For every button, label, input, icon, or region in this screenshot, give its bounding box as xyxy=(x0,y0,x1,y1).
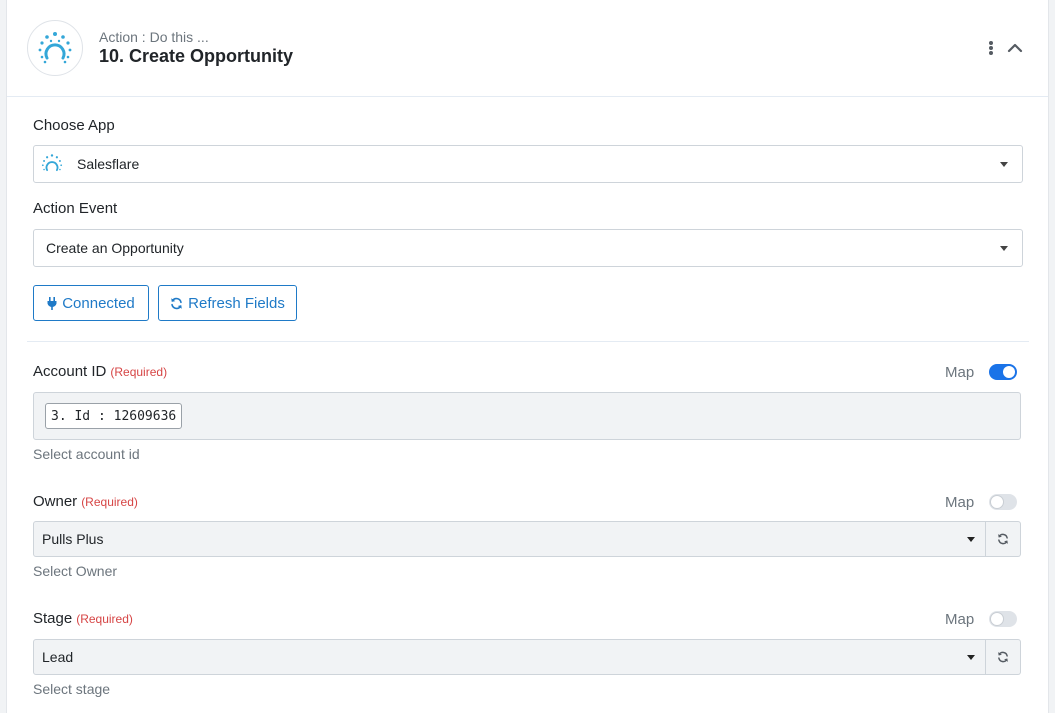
owner-select[interactable]: Pulls Plus xyxy=(33,521,986,557)
account-id-map-toggle[interactable] xyxy=(989,364,1017,380)
required-badge: (Required) xyxy=(76,612,133,626)
account-id-label-text: Account ID xyxy=(33,363,107,380)
stage-label: Stage (Required) xyxy=(33,610,133,627)
connected-button-label: Connected xyxy=(62,294,135,312)
required-badge: (Required) xyxy=(81,495,138,509)
action-event-select[interactable]: Create an Opportunity xyxy=(33,229,1023,267)
stage-help-text: Select stage xyxy=(33,681,111,697)
refresh-fields-button-label: Refresh Fields xyxy=(188,294,285,312)
step-title: 10. Create Opportunity xyxy=(99,46,294,66)
choose-app-label: Choose App xyxy=(33,117,115,134)
owner-map-label: Map xyxy=(945,494,975,511)
refresh-fields-button[interactable]: Refresh Fields xyxy=(158,285,297,321)
step-header[interactable]: Action : Do this ... 10. Create Opportun… xyxy=(7,0,1048,97)
action-event-label: Action Event xyxy=(33,200,118,217)
dropdown-caret-icon xyxy=(967,655,975,660)
dropdown-caret-icon xyxy=(1000,162,1008,167)
more-options-icon[interactable] xyxy=(986,38,996,58)
dropdown-caret-icon xyxy=(967,537,975,542)
action-event-value: Create an Opportunity xyxy=(46,240,184,256)
refresh-icon xyxy=(171,297,182,309)
section-divider xyxy=(27,341,1029,342)
salesflare-logo-graphic xyxy=(38,32,72,64)
owner-help-text: Select Owner xyxy=(33,563,118,579)
plug-icon xyxy=(47,296,57,310)
mapped-variable-chip[interactable]: 3. Id : 12609636 xyxy=(45,403,183,429)
stage-select[interactable]: Lead xyxy=(33,639,986,675)
kebab-dot xyxy=(989,46,993,50)
stage-map-label: Map xyxy=(945,611,975,628)
stage-label-text: Stage xyxy=(33,610,73,627)
owner-label: Owner (Required) xyxy=(33,493,138,510)
kebab-dot xyxy=(989,41,993,45)
account-id-help-text: Select account id xyxy=(33,446,140,462)
account-id-map-label: Map xyxy=(945,364,975,381)
kebab-dot xyxy=(989,51,993,55)
owner-select-value: Pulls Plus xyxy=(42,531,104,547)
owner-label-text: Owner xyxy=(33,493,78,510)
collapse-chevron-up-icon[interactable] xyxy=(1005,38,1025,58)
refresh-icon xyxy=(998,533,1008,545)
account-id-label: Account ID (Required) xyxy=(33,363,167,380)
stage-refresh-button[interactable] xyxy=(986,639,1021,675)
account-id-map-field[interactable]: 3. Id : 12609636 xyxy=(33,392,1021,440)
salesflare-logo-icon xyxy=(27,20,83,76)
stage-select-value: Lead xyxy=(42,649,74,665)
required-badge: (Required) xyxy=(110,365,168,379)
owner-map-toggle[interactable] xyxy=(989,494,1017,510)
choose-app-value: Salesflare xyxy=(77,156,140,172)
connected-button[interactable]: Connected xyxy=(33,285,149,321)
salesflare-app-icon xyxy=(41,154,63,172)
dropdown-caret-icon xyxy=(1000,246,1008,251)
action-step-card: Action : Do this ... 10. Create Opportun… xyxy=(6,0,1049,713)
step-type-label: Action : Do this ... xyxy=(99,29,209,45)
choose-app-select[interactable]: Salesflare xyxy=(33,145,1023,183)
refresh-icon xyxy=(998,651,1008,663)
stage-map-toggle[interactable] xyxy=(989,611,1017,627)
owner-refresh-button[interactable] xyxy=(986,521,1021,557)
